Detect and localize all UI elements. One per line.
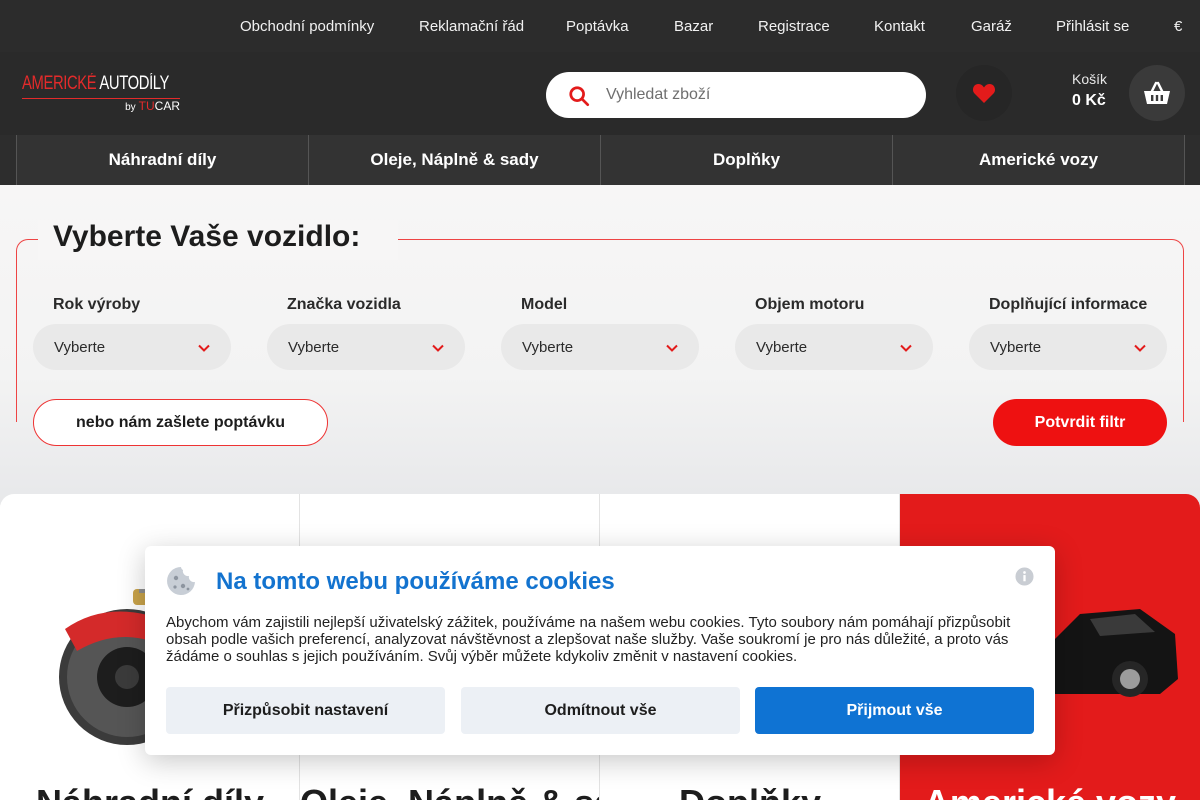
cart-label: Košík	[1072, 71, 1108, 87]
link-kontakt[interactable]: Kontakt	[874, 18, 925, 35]
field-label-objem-motoru: Objem motoru	[755, 296, 865, 313]
select-value: Vyberte	[990, 339, 1042, 356]
select-value: Vyberte	[522, 339, 574, 356]
reject-all-button[interactable]: Odmítnout vše	[461, 687, 740, 734]
logo-by: by	[125, 102, 136, 113]
select-rok-vyroby[interactable]: Vyberte	[33, 324, 231, 370]
field-label-model: Model	[521, 296, 568, 313]
cookie-title: Na tomto webu používáme cookies	[216, 568, 615, 595]
favorites-button[interactable]	[956, 65, 1012, 121]
info-icon[interactable]	[1015, 567, 1034, 586]
link-registrace[interactable]: Registrace	[758, 18, 830, 35]
cookie-consent-dialog: Na tomto webu používáme cookies Abychom …	[145, 546, 1055, 755]
logo-tu: TU	[138, 99, 155, 113]
vehicle-selector-title: Vyberte Vaše vozidlo:	[53, 220, 361, 253]
card-title: Oleje, Náplně & sady	[300, 782, 599, 800]
chevron-down-icon	[1134, 344, 1146, 352]
accept-all-button[interactable]: Přijmout vše	[755, 687, 1034, 734]
customize-settings-button[interactable]: Přizpůsobit nastavení	[166, 687, 445, 734]
link-poptavka[interactable]: Poptávka	[566, 18, 629, 35]
select-value: Vyberte	[756, 339, 808, 356]
chevron-down-icon	[900, 344, 912, 352]
select-objem-motoru[interactable]: Vyberte	[735, 324, 933, 370]
main-header: AMERICKÉAUTODÍLY byTUCAR Košík 0 Kč	[0, 52, 1200, 135]
nav-nahradni-dily[interactable]: Náhradní díly	[16, 135, 308, 185]
select-model[interactable]: Vyberte	[501, 324, 699, 370]
site-logo[interactable]: AMERICKÉ AUTODÍLY by TUCAR	[22, 74, 182, 114]
logo-car: CAR	[154, 99, 180, 113]
link-garaz[interactable]: Garáž	[971, 18, 1012, 35]
heart-icon	[972, 84, 996, 103]
select-value: Vyberte	[288, 339, 340, 356]
chevron-down-icon	[198, 344, 210, 352]
top-utility-bar: Obchodní podmínky Reklamační řád Poptávk…	[0, 0, 1200, 52]
search-bar	[546, 72, 926, 118]
confirm-filter-button[interactable]: Potvrdit filtr	[993, 399, 1167, 446]
search-input[interactable]	[606, 72, 906, 118]
basket-icon	[1144, 81, 1170, 104]
link-login[interactable]: Přihlásit se	[1056, 18, 1129, 35]
nav-americke-vozy[interactable]: Americké vozy	[892, 135, 1184, 185]
field-label-doplnujici-informace: Doplňující informace	[989, 296, 1148, 313]
field-label-znacka: Značka vozidla	[287, 296, 401, 313]
link-obchodni-podminky[interactable]: Obchodní podmínky	[240, 18, 374, 35]
nav-doplnky[interactable]: Doplňky	[600, 135, 892, 185]
cart-button[interactable]	[1129, 65, 1185, 121]
logo-word-americke: AMERICKÉ	[22, 73, 97, 94]
send-inquiry-button[interactable]: nebo nám zašlete poptávku	[33, 399, 328, 446]
card-title: Doplňky	[600, 782, 899, 800]
chevron-down-icon	[666, 344, 678, 352]
field-label-rok-vyroby: Rok výroby	[53, 296, 141, 313]
select-znacka-vozidla[interactable]: Vyberte	[267, 324, 465, 370]
category-nav: Náhradní díly Oleje, Náplně & sady Doplň…	[0, 135, 1200, 185]
cookie-icon	[167, 567, 195, 595]
cart-price: 0 Kč	[1072, 92, 1106, 109]
search-icon[interactable]	[568, 85, 590, 107]
car-image	[1050, 609, 1178, 697]
nav-oleje-naplne-sady[interactable]: Oleje, Náplně & sady	[308, 135, 600, 185]
card-title: Náhradní díly	[0, 782, 299, 800]
link-bazar[interactable]: Bazar	[674, 18, 713, 35]
chevron-down-icon	[432, 344, 444, 352]
currency-switch[interactable]: €	[1174, 18, 1182, 35]
link-reklamacni-rad[interactable]: Reklamační řád	[419, 18, 524, 35]
select-value: Vyberte	[54, 339, 106, 356]
logo-word-autodily: AUTODÍLY	[99, 73, 170, 94]
cookie-description: Abychom vám zajistili nejlepší uživatels…	[166, 614, 1011, 665]
select-doplnujici-informace[interactable]: Vyberte	[969, 324, 1167, 370]
card-title: Americké vozy	[900, 782, 1200, 800]
